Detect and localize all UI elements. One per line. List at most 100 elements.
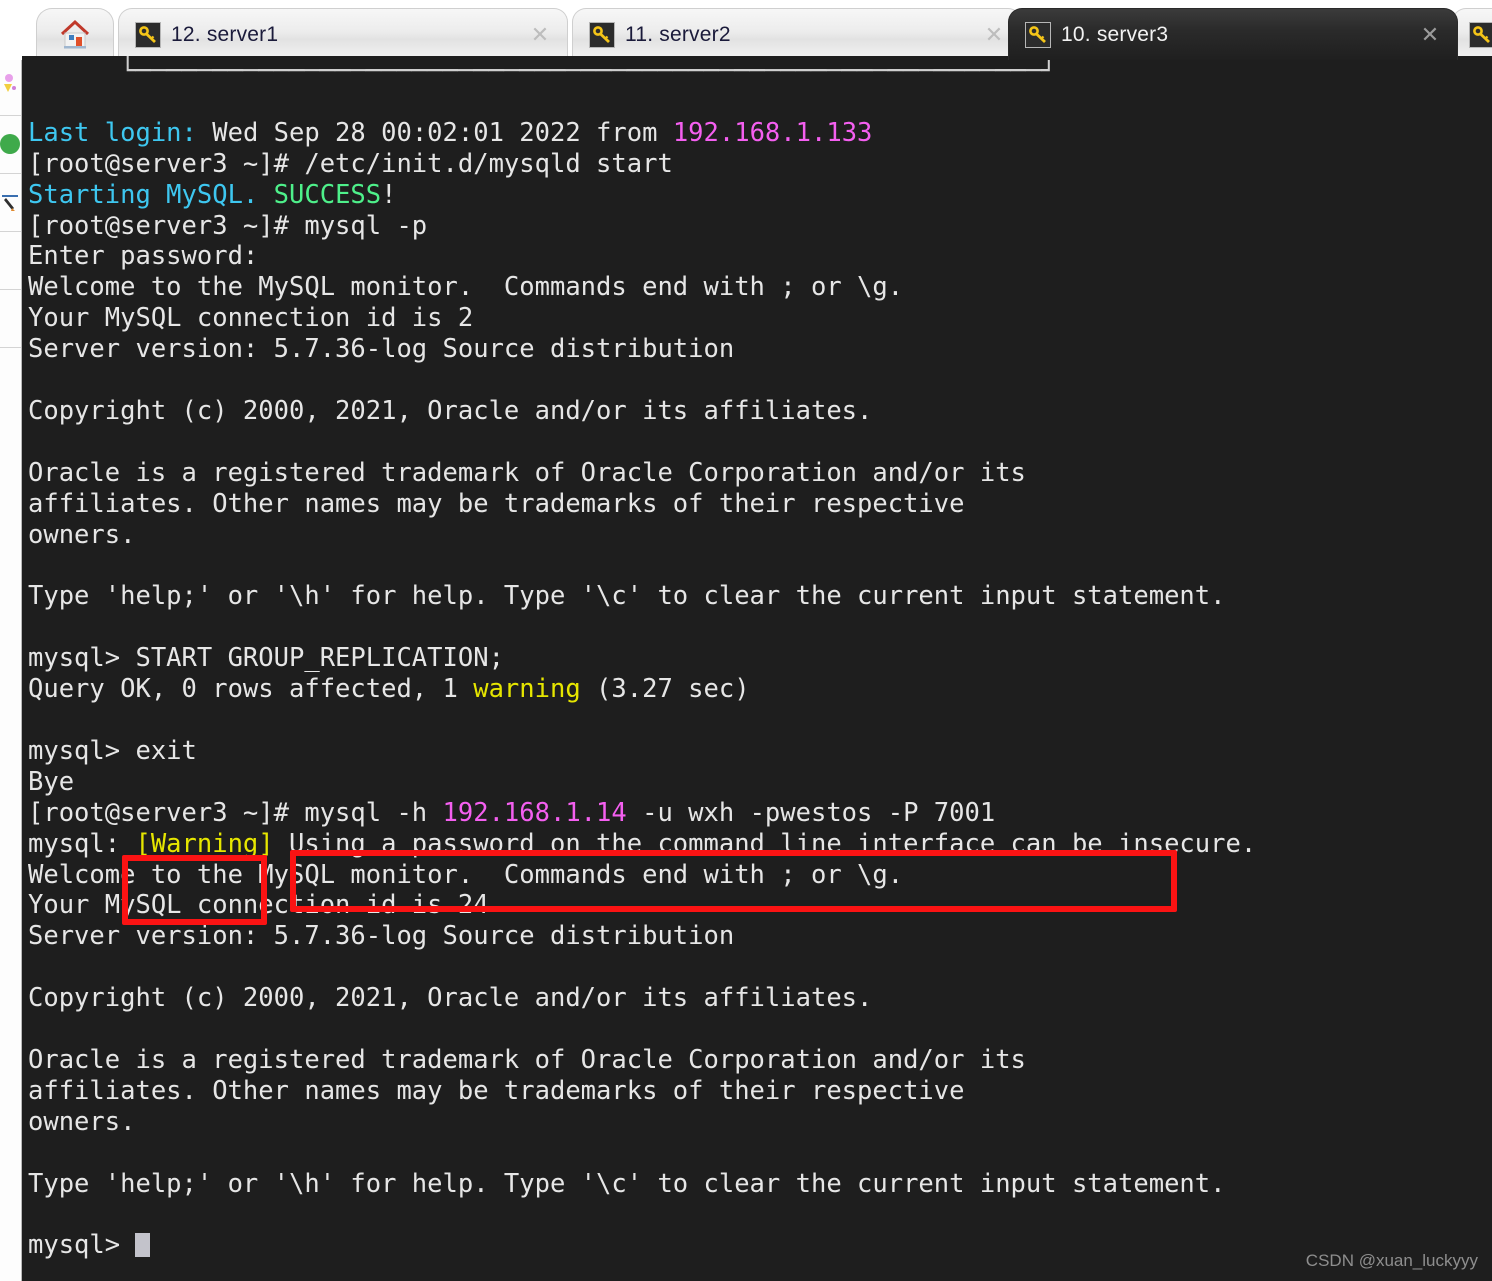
terminal-text: Enter password: [28, 241, 259, 272]
terminal-text: Copyright (c) 2000, 2021, Oracle and/or … [28, 395, 873, 426]
pen-icon [2, 195, 18, 211]
terminal-text: mysql> [28, 1230, 136, 1261]
tab-close-button[interactable]: ✕ [1413, 22, 1447, 48]
terminal-line: Welcome to the MySQL monitor. Commands e… [28, 272, 1256, 303]
home-tab[interactable] [36, 8, 114, 60]
terminal-text: Your MySQL connection id is 2 [28, 303, 474, 334]
terminal-line: Oracle is a registered trademark of Orac… [28, 458, 1256, 489]
watermark-label: CSDN @xuan_luckyyy [1305, 1251, 1478, 1270]
terminal-text: ! [381, 179, 397, 210]
terminal-line: └───────────────────────────────────────… [28, 56, 1256, 87]
tab-close-button[interactable]: ✕ [977, 22, 1011, 48]
app-window: 12. server1 ✕ 11. server2 ✕ 10. server3 … [0, 0, 1492, 1281]
tab-label: 12. server1 [171, 22, 279, 46]
terminal-text: 192.168.1.14 [442, 797, 627, 828]
terminal-text: 192.168.1.133 [672, 117, 873, 148]
left-toolbar [0, 0, 22, 1281]
terminal-text: Server version: 5.7.36-log Source distri… [28, 334, 735, 365]
terminal-text: └───────────────────────────────────────… [28, 56, 1057, 86]
palette-icon [4, 74, 16, 92]
terminal-text: Welcome to the MySQL monitor. Commands e… [28, 859, 904, 890]
terminal-pane[interactable]: └───────────────────────────────────────… [22, 56, 1492, 1281]
terminal-line: affiliates. Other names may be trademark… [28, 1076, 1256, 1107]
terminal-text: mysql> START GROUP_REPLICATION; [28, 643, 504, 674]
terminal-text: affiliates. Other names may be trademark… [28, 1075, 965, 1106]
terminal-line: Type 'help;' or '\h' for help. Type '\c'… [28, 1169, 1256, 1200]
terminal-line: Welcome to the MySQL monitor. Commands e… [28, 860, 1256, 891]
home-icon [58, 18, 92, 52]
terminal-text: owners. [28, 1106, 136, 1137]
toolbar-cell-empty-1[interactable] [0, 232, 21, 290]
terminal-text: (3.27 sec) [580, 674, 750, 705]
tab-close-button[interactable]: ✕ [523, 22, 557, 48]
terminal-text: affiliates. Other names may be trademark… [28, 488, 965, 519]
terminal-output: └───────────────────────────────────────… [28, 56, 1256, 1261]
terminal-line: [root@server3 ~]# mysql -h 192.168.1.14 … [28, 798, 1256, 829]
tab-label: 10. server3 [1061, 22, 1169, 46]
terminal-line: Copyright (c) 2000, 2021, Oracle and/or … [28, 396, 1256, 427]
terminal-line: Starting MySQL. SUCCESS! [28, 180, 1256, 211]
terminal-text: mysql: [28, 828, 136, 859]
terminal-text: Last login: [28, 117, 197, 148]
tab-server3[interactable]: 10. server3 ✕ [1008, 8, 1458, 60]
terminal-line: Type 'help;' or '\h' for help. Type '\c'… [28, 581, 1256, 612]
terminal-line: mysql> exit [28, 736, 1256, 767]
key-icon [135, 21, 161, 48]
terminal-line: owners. [28, 1107, 1256, 1138]
terminal-text: mysql> exit [28, 735, 197, 766]
tab-label: 11. server2 [625, 22, 731, 46]
terminal-text: [root@server3 ~]# /etc/init.d/mysqld sta… [28, 148, 673, 179]
terminal-line: mysql> [28, 1230, 1256, 1261]
terminal-text: warning [473, 674, 581, 705]
terminal-text: Oracle is a registered trademark of Orac… [28, 1045, 1026, 1075]
toolbar-icon-colors[interactable] [0, 58, 21, 116]
terminal-text: Oracle is a registered trademark of Orac… [28, 457, 1026, 488]
terminal-text: [root@server3 ~]# mysql -p [28, 210, 428, 241]
terminal-line: Your MySQL connection id is 24 [28, 890, 1256, 921]
toolbar-cell-empty-2[interactable] [0, 290, 21, 348]
tab-server1[interactable]: 12. server1 ✕ [118, 8, 568, 60]
terminal-line: Server version: 5.7.36-log Source distri… [28, 334, 1256, 365]
terminal-line: Enter password: [28, 241, 1256, 272]
terminal-text: Your MySQL connection id is 24 [28, 890, 489, 921]
terminal-line: Your MySQL connection id is 2 [28, 303, 1256, 334]
tab-next-partial[interactable] [1452, 8, 1492, 60]
terminal-line: Query OK, 0 rows affected, 1 warning (3.… [28, 674, 1256, 705]
toolbar-icon-pen[interactable] [0, 174, 21, 232]
terminal-text: -u wxh -pwestos -P 7001 [626, 797, 996, 828]
terminal-text: Bye [28, 766, 75, 797]
terminal-text: Query OK, 0 rows affected, 1 [28, 674, 474, 705]
toolbar-icon-green-circle[interactable] [0, 116, 21, 174]
green-circle-icon [0, 134, 20, 154]
terminal-text: owners. [28, 519, 136, 550]
terminal-text: Type 'help;' or '\h' for help. Type '\c'… [28, 1168, 1226, 1199]
terminal-text: Type 'help;' or '\h' for help. Type '\c'… [28, 581, 1226, 612]
terminal-line: [root@server3 ~]# /etc/init.d/mysqld sta… [28, 149, 1256, 180]
terminal-line: Last login: Wed Sep 28 00:02:01 2022 fro… [28, 118, 1256, 149]
terminal-text: Using a password on the command line int… [273, 828, 1257, 859]
key-icon [1025, 21, 1051, 48]
tab-bar: 12. server1 ✕ 11. server2 ✕ 10. server3 … [0, 0, 1492, 60]
terminal-line: Server version: 5.7.36-log Source distri… [28, 921, 1256, 952]
terminal-line: Copyright (c) 2000, 2021, Oracle and/or … [28, 983, 1256, 1014]
terminal-line: affiliates. Other names may be trademark… [28, 489, 1256, 520]
terminal-line: mysql> START GROUP_REPLICATION; [28, 643, 1256, 674]
terminal-line: Oracle is a registered trademark of Orac… [28, 1045, 1256, 1076]
key-icon [1469, 21, 1492, 48]
terminal-text: SUCCESS [273, 179, 382, 210]
terminal-text: Welcome to the MySQL monitor. Commands e… [28, 272, 904, 303]
terminal-line: owners. [28, 520, 1256, 551]
tab-server2[interactable]: 11. server2 ✕ [572, 8, 1022, 60]
terminal-text: Server version: 5.7.36-log Source distri… [28, 921, 735, 952]
terminal-text: [Warning] [135, 828, 274, 859]
